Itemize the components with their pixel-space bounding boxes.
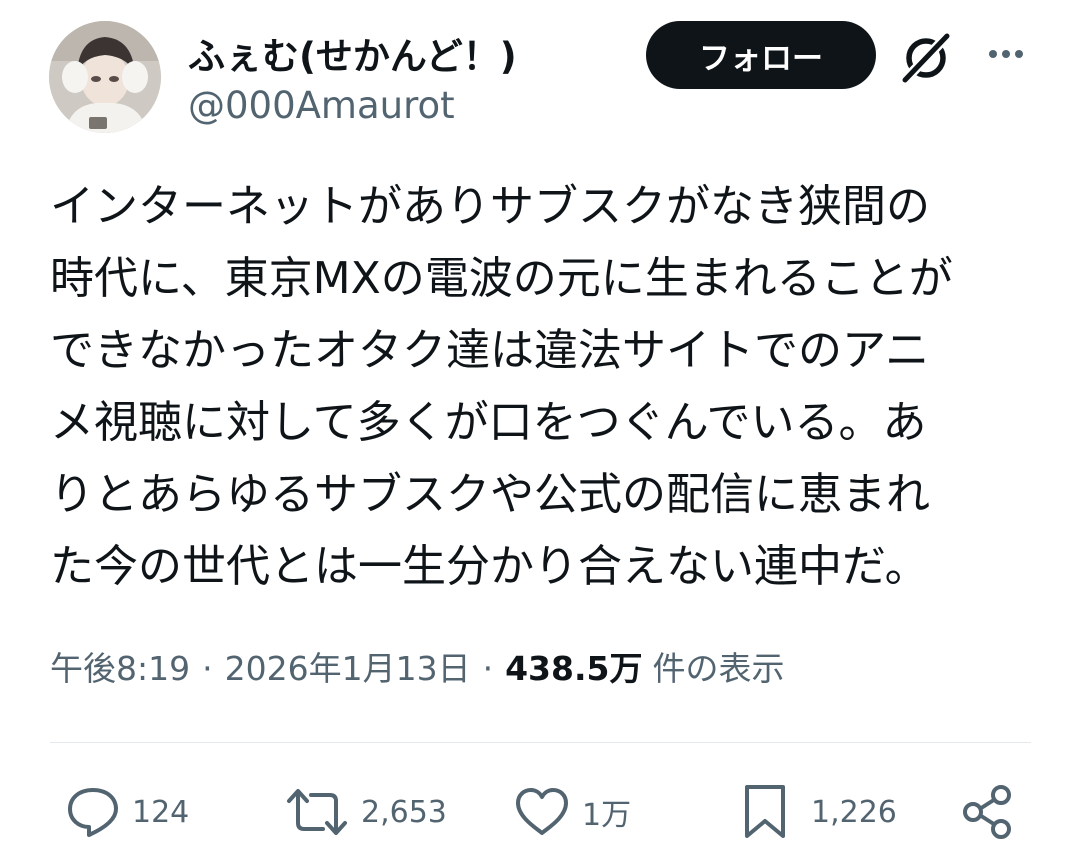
grok-icon[interactable] bbox=[898, 29, 956, 86]
reply-icon bbox=[68, 788, 118, 837]
tweet-time[interactable]: 午後8:19 bbox=[50, 642, 190, 690]
tweet-text-line: りとあらゆるサブスクや公式の配信に恵まれ bbox=[50, 469, 930, 520]
bookmark-count: 1,226 bbox=[811, 794, 897, 830]
like-button[interactable]: 1万 bbox=[514, 780, 631, 844]
meta-separator: · bbox=[202, 649, 213, 688]
bookmark-button[interactable]: 1,226 bbox=[741, 780, 897, 844]
reply-count: 124 bbox=[132, 794, 190, 830]
tweet-text: インターネットがありサブスクがなき狭間の 時代に、東京MXの電波の元に生まれるこ… bbox=[50, 171, 1040, 603]
follow-button[interactable]: フォロー bbox=[646, 21, 876, 89]
divider bbox=[50, 742, 1031, 743]
share-button[interactable] bbox=[962, 780, 1014, 844]
retweet-count: 2,653 bbox=[361, 794, 447, 830]
tweet-text-line: た今の世代とは一生分かり合えない連中だ。 bbox=[50, 541, 929, 592]
tweet-text-line: できなかったオタク達は違法サイトでのアニ bbox=[50, 325, 930, 376]
tweet-text-line: メ視聴に対して多くが口をつぐんでいる。あ bbox=[50, 397, 927, 448]
views-label[interactable]: 件の表示 bbox=[652, 642, 784, 690]
share-icon bbox=[963, 785, 1011, 839]
meta-separator: · bbox=[482, 649, 494, 688]
views-count[interactable]: 438.5万 bbox=[505, 642, 642, 690]
retweet-icon bbox=[287, 789, 347, 835]
heart-icon bbox=[516, 788, 568, 835]
like-count: 1万 bbox=[582, 798, 632, 833]
tweet-text-line: インターネットがありサブスクがなき狭間の bbox=[50, 181, 930, 232]
author-handle[interactable]: @000Amaurot bbox=[188, 84, 455, 127]
avatar-image bbox=[49, 21, 161, 133]
bookmark-icon bbox=[745, 785, 785, 838]
author-display-name[interactable]: ふぇむ(せかんど！) bbox=[188, 26, 517, 80]
tweet-date[interactable]: 2026年1月13日 bbox=[225, 642, 471, 690]
more-icon[interactable] bbox=[984, 42, 1028, 66]
retweet-button[interactable]: 2,653 bbox=[285, 780, 447, 844]
tweet-meta: 午後8:19 · 2026年1月13日 · 438.5万 件の表示 bbox=[50, 642, 784, 690]
avatar[interactable] bbox=[49, 21, 161, 133]
tweet-text-line: 時代に、東京MXの電波の元に生まれることが bbox=[50, 253, 953, 304]
reply-button[interactable]: 124 bbox=[66, 780, 189, 844]
